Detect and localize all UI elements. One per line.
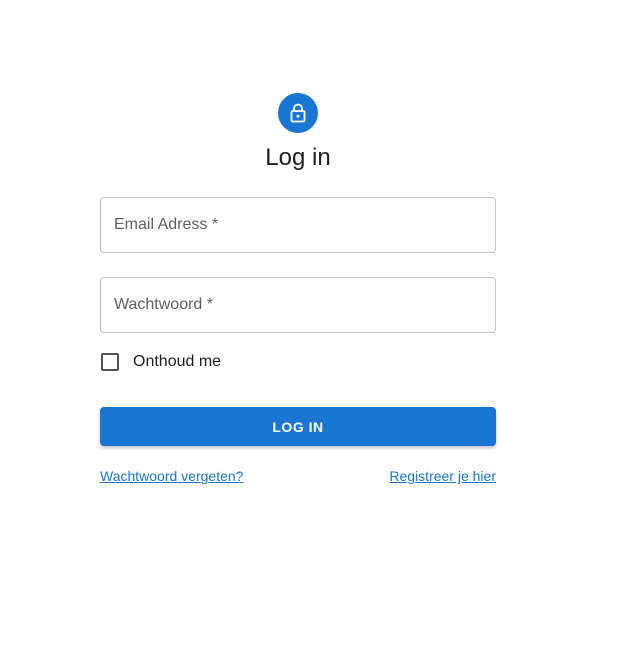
page-title: Log in	[265, 144, 331, 171]
email-field[interactable]: Email Adress *	[100, 197, 496, 253]
email-input[interactable]	[101, 198, 495, 252]
forgot-password-link[interactable]: Wachtwoord vergeten?	[100, 468, 243, 484]
remember-me-checkbox[interactable]	[101, 353, 119, 371]
remember-me-label[interactable]: Onthoud me	[133, 352, 221, 372]
lock-icon	[289, 103, 307, 123]
login-button[interactable]: LOG IN	[100, 407, 496, 446]
lock-avatar	[278, 93, 318, 133]
password-field[interactable]: Wachtwoord *	[100, 277, 496, 333]
password-input[interactable]	[101, 278, 495, 332]
remember-me[interactable]: Onthoud me	[100, 352, 221, 372]
login-page: Log in Email Adress * Wachtwoord * Ontho…	[0, 0, 635, 645]
register-link[interactable]: Registreer je hier	[389, 468, 496, 484]
